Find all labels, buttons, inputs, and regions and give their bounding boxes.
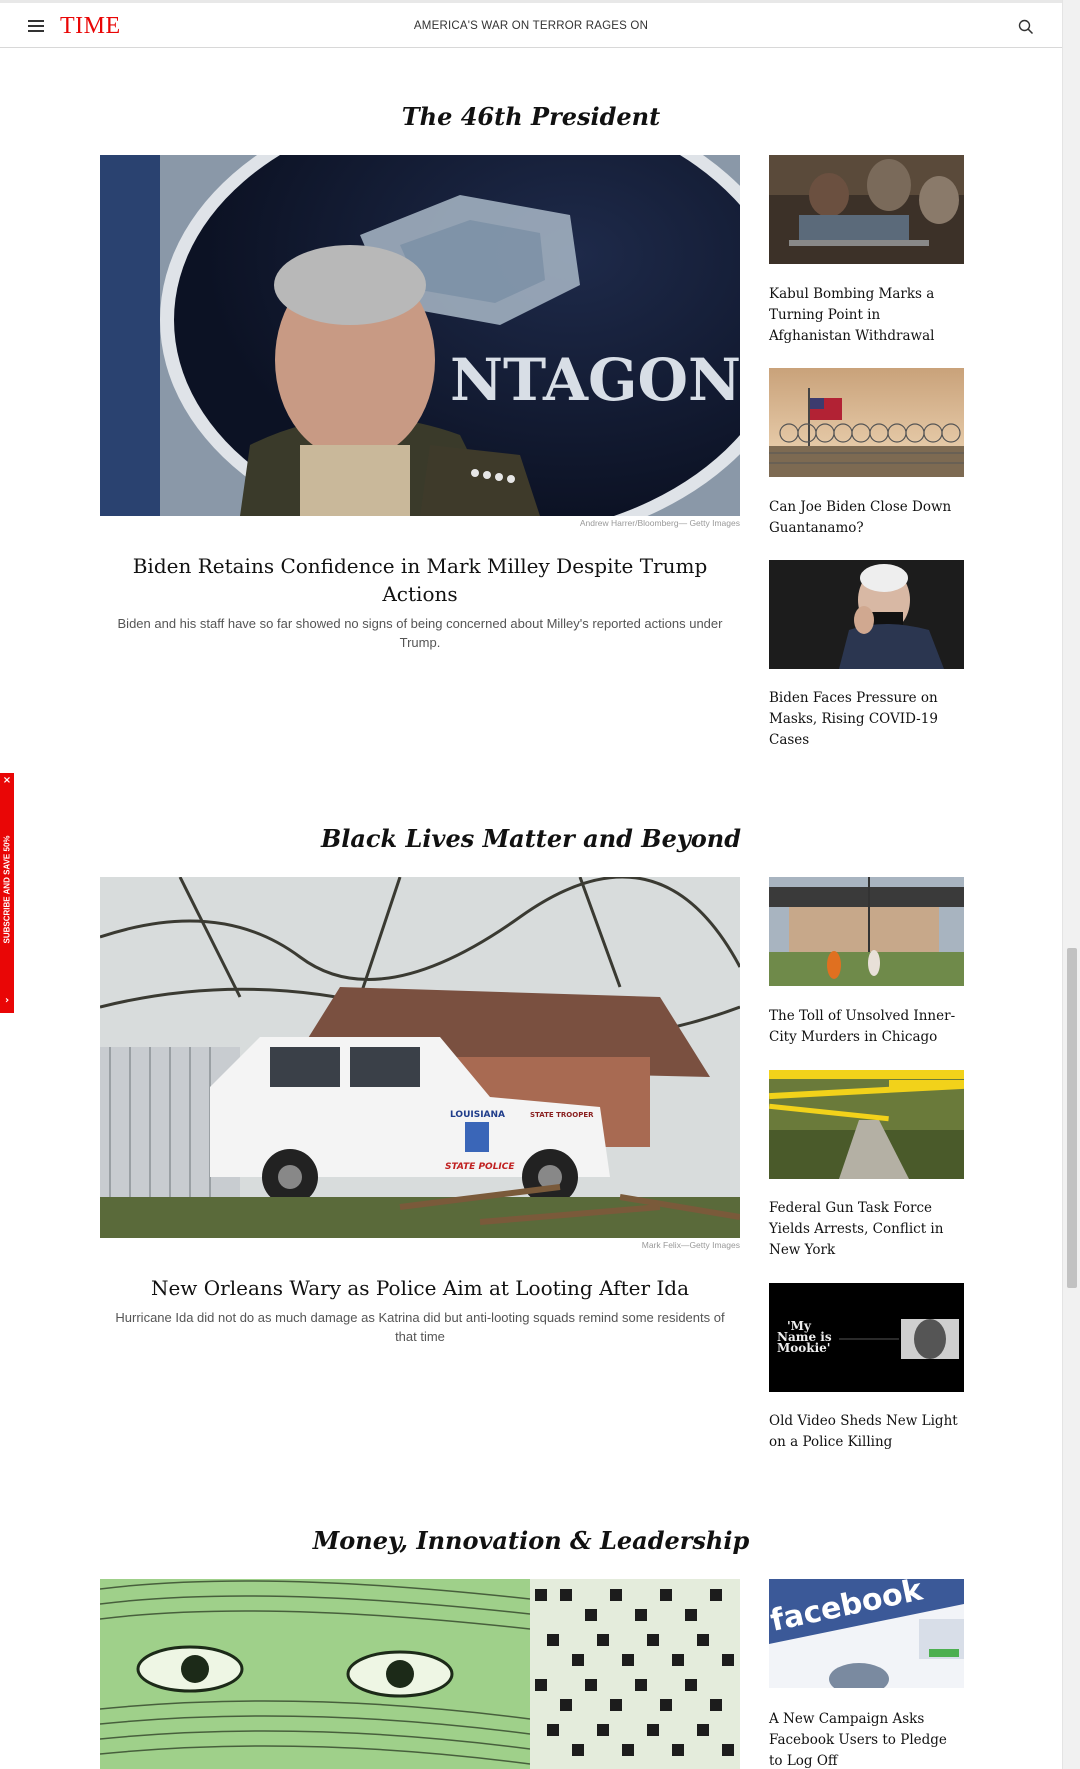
hero-image-milley[interactable]: NTAGON (100, 155, 740, 516)
side-headline[interactable]: The Toll of Unsolved Inner-City Murders … (769, 1006, 964, 1048)
chevron-right-icon[interactable]: › (0, 995, 14, 1006)
section-title-46th-president[interactable]: The 46th President (0, 102, 1062, 131)
hero-description: Hurricane Ida did not do as much damage … (115, 1310, 725, 1344)
side-headline[interactable]: Federal Gun Task Force Yields Arrests, C… (769, 1198, 964, 1261)
photo-credit: Andrew Harrer/Bloomberg— Getty Images (579, 518, 740, 528)
side-image-guantanamo[interactable] (769, 368, 964, 477)
page-scrollbar[interactable] (1062, 0, 1080, 1769)
side-image-facebook[interactable]: facebook (769, 1579, 964, 1688)
guantanamo-photo (769, 368, 964, 477)
milley-photo: NTAGON (100, 155, 740, 516)
hero-image-money[interactable] (100, 1579, 740, 1769)
site-header: TIME AMERICA'S WAR ON TERROR RAGES ON (0, 0, 1062, 48)
hero-headline[interactable]: New Orleans Wary as Police Aim at Lootin… (100, 1274, 740, 1302)
side-headline[interactable]: Old Video Sheds New Light on a Police Ki… (769, 1411, 964, 1453)
side-headline[interactable]: A New Campaign Asks Facebook Users to Pl… (769, 1709, 964, 1769)
side-image-chicago[interactable] (769, 877, 964, 986)
subscribe-promo-tab[interactable]: × SUBSCRIBE AND SAVE 50% › (0, 773, 14, 1013)
mookie-video-still: 'My Name is Mookie' (769, 1283, 964, 1392)
section-title-money-innovation[interactable]: Money, Innovation & Leadership (0, 1526, 1062, 1555)
hero-image-new-orleans[interactable]: LOUISIANA STATE TROOPER STATE POLICE (100, 877, 740, 1238)
money-illustration (100, 1579, 740, 1769)
scrollbar-thumb[interactable] (1067, 948, 1077, 1288)
section-title-black-lives-matter[interactable]: Black Lives Matter and Beyond (0, 824, 1062, 853)
chicago-photo (769, 877, 964, 986)
hero-description: Biden and his staff have so far showed n… (117, 616, 723, 650)
hero-headline[interactable]: Biden Retains Confidence in Mark Milley … (100, 552, 740, 608)
police-car-photo: LOUISIANA STATE TROOPER STATE POLICE (100, 877, 740, 1238)
close-icon[interactable]: × (0, 775, 14, 786)
side-image-biden[interactable] (769, 560, 964, 669)
side-image-gun-task-force[interactable] (769, 1070, 964, 1179)
mookie-title-line3: Mookie' (777, 1341, 830, 1355)
kabul-photo (769, 155, 964, 264)
side-headline[interactable]: Can Joe Biden Close Down Guantanamo? (769, 497, 964, 539)
pentagon-seal-text: NTAGON (450, 346, 740, 414)
headline-ticker[interactable]: AMERICA'S WAR ON TERROR RAGES ON (0, 20, 1062, 32)
photo-credit: Mark Felix—Getty Images (641, 1240, 740, 1250)
crime-tape-photo (769, 1070, 964, 1179)
side-headline[interactable]: Kabul Bombing Marks a Turning Point in A… (769, 284, 964, 347)
car-label-louisiana: LOUISIANA (450, 1110, 505, 1120)
side-image-kabul[interactable] (769, 155, 964, 264)
side-image-mookie[interactable]: 'My Name is Mookie' (769, 1283, 964, 1392)
car-label-trooper: STATE TROOPER (530, 1111, 594, 1119)
side-headline[interactable]: Biden Faces Pressure on Masks, Rising CO… (769, 688, 964, 751)
car-label-state-police: STATE POLICE (445, 1162, 515, 1172)
facebook-screen-photo: facebook (769, 1579, 964, 1688)
biden-photo (769, 560, 964, 669)
search-icon[interactable] (1018, 19, 1034, 35)
